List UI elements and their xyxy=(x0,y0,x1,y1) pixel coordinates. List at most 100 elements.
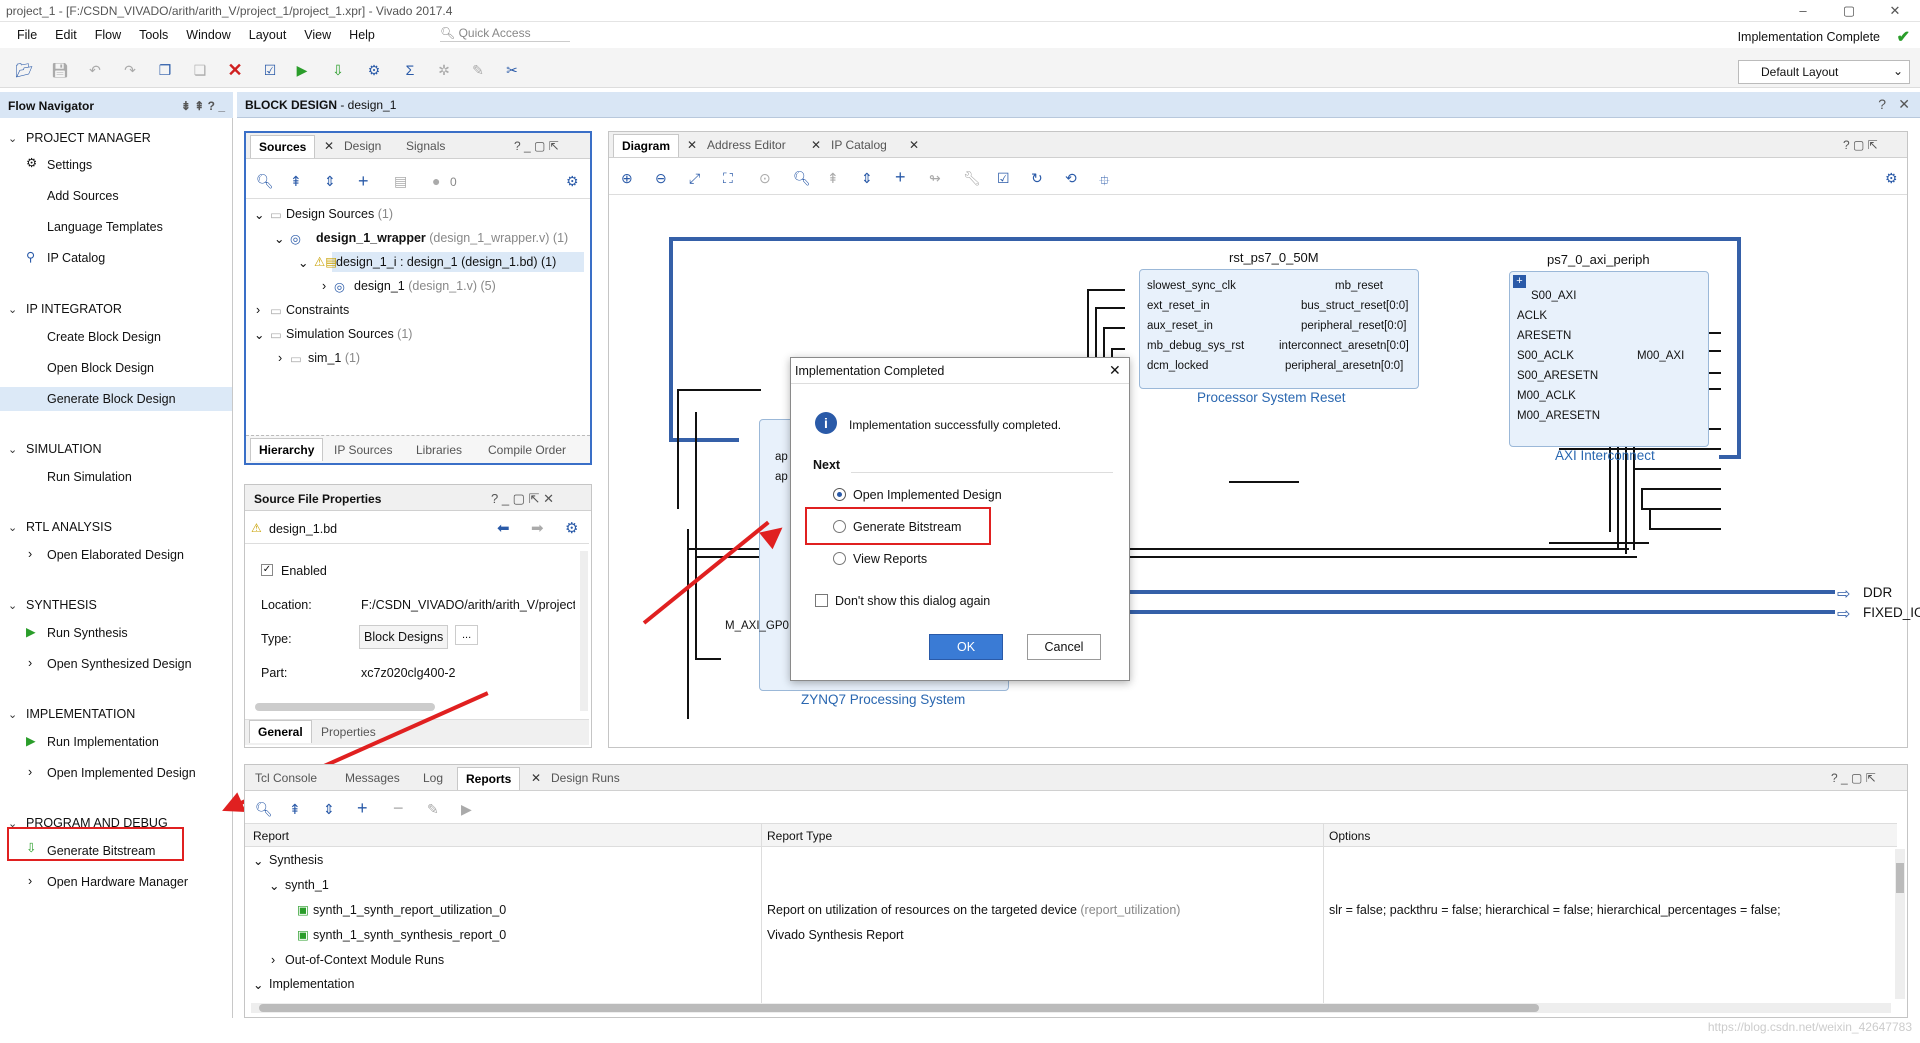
save-icon[interactable]: 💾︎ xyxy=(50,60,70,80)
section-rtl-analysis[interactable]: RTL ANALYSIS xyxy=(26,520,112,534)
nav-generate-block-design[interactable]: Generate Block Design xyxy=(47,392,176,406)
nav-open-synthesized-design[interactable]: Open Synthesized Design xyxy=(47,657,192,671)
sigma-icon[interactable]: Σ xyxy=(400,60,420,80)
expand-all-icon[interactable]: ⇕ xyxy=(323,801,335,818)
chip-icon[interactable]: ⯐ xyxy=(1099,170,1110,194)
type-browse-button[interactable]: ... xyxy=(455,625,479,645)
maximize-button[interactable]: ▢ xyxy=(1826,0,1872,22)
option-view-reports-radio[interactable] xyxy=(833,552,846,565)
chevron-down-icon[interactable]: ⌄ xyxy=(8,708,17,721)
nav-open-elaborated-design[interactable]: Open Elaborated Design xyxy=(47,548,184,562)
menu-help[interactable]: Help xyxy=(340,25,384,45)
collapse-all-icon[interactable]: ⇞ xyxy=(289,801,301,818)
vertical-scrollbar[interactable] xyxy=(580,551,588,711)
connect-icon[interactable]: ↬ xyxy=(929,170,941,187)
tools-icon[interactable]: ✂ xyxy=(502,60,522,80)
chevron-down-icon[interactable]: ⌄ xyxy=(8,303,17,316)
tab-ip-sources[interactable]: IP Sources xyxy=(328,441,398,459)
tab-messages[interactable]: Messages xyxy=(339,769,406,787)
option-view-reports-label[interactable]: View Reports xyxy=(853,552,927,566)
tab-sources[interactable]: Sources xyxy=(250,135,316,158)
tab-design-runs[interactable]: Design Runs xyxy=(545,769,626,787)
tab-properties[interactable]: Properties xyxy=(315,723,382,741)
output-ddr[interactable]: DDR xyxy=(1863,585,1892,600)
open-project-icon[interactable]: 📂︎ xyxy=(14,60,34,80)
menu-window[interactable]: Window xyxy=(177,25,239,45)
chevron-right-icon[interactable]: › xyxy=(278,351,282,365)
expand-icon[interactable]: + xyxy=(1513,275,1526,288)
horizontal-scrollbar[interactable] xyxy=(255,703,435,711)
nav-run-synthesis[interactable]: Run Synthesis xyxy=(47,626,128,640)
close-tab-icon[interactable]: ✕ xyxy=(525,769,547,787)
ok-button[interactable]: OK xyxy=(929,634,1003,660)
chevron-down-icon[interactable]: ⌄ xyxy=(274,231,284,246)
column-header-report[interactable]: Report xyxy=(253,829,289,843)
tree-item[interactable]: sim_1 (1) xyxy=(308,351,360,365)
section-synthesis[interactable]: SYNTHESIS xyxy=(26,598,97,612)
nav-run-implementation[interactable]: Run Implementation xyxy=(47,735,159,749)
expand-all-icon[interactable]: ⇕ xyxy=(861,170,873,187)
tree-item[interactable]: design_1 (design_1.v) (5) xyxy=(354,279,496,293)
menu-view[interactable]: View xyxy=(295,25,340,45)
chevron-down-icon[interactable]: ⌄ xyxy=(8,132,17,145)
chevron-down-icon[interactable]: ⌄ xyxy=(253,977,263,992)
vertical-scrollbar[interactable] xyxy=(1895,849,1905,999)
tree-item[interactable]: design_1_wrapper (design_1_wrapper.v) (1… xyxy=(316,231,568,245)
chevron-right-icon[interactable]: › xyxy=(322,279,326,293)
wrench-icon[interactable]: 🔧︎ xyxy=(963,170,981,187)
tree-item[interactable]: Design Sources (1) xyxy=(286,207,393,221)
close-tab-icon[interactable]: ✕ xyxy=(318,137,340,155)
chevron-right-icon[interactable]: › xyxy=(256,303,260,317)
minimize-button[interactable]: – xyxy=(1780,0,1826,22)
chevron-down-icon[interactable]: ⌄ xyxy=(254,207,264,222)
close-tab-icon[interactable]: ✕ xyxy=(903,136,925,154)
layout-select[interactable]: Default Layout ⌄ xyxy=(1738,60,1910,84)
panel-controls-icon[interactable]: ? _ ▢ ⇱ xyxy=(1825,769,1882,787)
paste-icon[interactable]: ❏ xyxy=(190,60,210,80)
chevron-down-icon[interactable]: ⌄ xyxy=(269,878,279,893)
panel-controls-icon[interactable]: ? _ ▢ ⇱ xyxy=(508,137,565,155)
nav-settings[interactable]: Settings xyxy=(47,158,92,172)
settings-icon[interactable]: ⚙ xyxy=(364,60,384,80)
add-icon[interactable]: + xyxy=(358,171,369,192)
chevron-right-icon[interactable]: › xyxy=(271,953,275,967)
nav-open-block-design[interactable]: Open Block Design xyxy=(47,361,154,375)
tree-item[interactable]: Constraints xyxy=(286,303,349,317)
close-tab-icon[interactable]: ✕ xyxy=(805,136,827,154)
tab-signals[interactable]: Signals xyxy=(400,137,451,155)
menu-tools[interactable]: Tools xyxy=(130,25,177,45)
bitstream-icon[interactable]: ⇩ xyxy=(328,60,348,80)
tab-compile-order[interactable]: Compile Order xyxy=(482,441,572,459)
tab-libraries[interactable]: Libraries xyxy=(410,441,468,459)
output-fixed-io[interactable]: FIXED_IO xyxy=(1863,605,1920,620)
zoom-out-icon[interactable]: ⊖ xyxy=(655,170,667,187)
zoom-fit-icon[interactable]: ⤢ xyxy=(689,170,700,187)
column-header-options[interactable]: Options xyxy=(1329,829,1370,843)
tab-design[interactable]: Design xyxy=(338,137,387,155)
expand-all-icon[interactable]: ⇕ xyxy=(324,173,336,190)
section-project-manager[interactable]: PROJECT MANAGER xyxy=(26,131,151,145)
nav-language-templates[interactable]: Language Templates xyxy=(47,220,163,234)
chevron-down-icon[interactable]: ⌄ xyxy=(8,599,17,612)
tab-log[interactable]: Log xyxy=(417,769,449,787)
target-icon[interactable]: ⊙ xyxy=(759,170,771,187)
back-icon[interactable]: ⬅ xyxy=(497,519,510,537)
refresh-icon[interactable]: ↻ xyxy=(1031,170,1043,187)
debug-icon[interactable]: ✲ xyxy=(434,60,454,80)
menu-file[interactable]: File xyxy=(8,25,46,45)
chevron-down-icon[interactable]: ⌄ xyxy=(298,255,308,270)
chevron-right-icon[interactable]: › xyxy=(28,656,32,670)
menu-flow[interactable]: Flow xyxy=(86,25,130,45)
chevron-down-icon[interactable]: ⌄ xyxy=(254,327,264,342)
nav-ip-catalog[interactable]: IP Catalog xyxy=(47,251,105,265)
remove-icon[interactable]: − xyxy=(393,798,404,819)
close-icon[interactable]: ✕ xyxy=(1898,96,1910,113)
tab-tcl-console[interactable]: Tcl Console xyxy=(249,769,323,787)
tab-hierarchy[interactable]: Hierarchy xyxy=(250,438,324,461)
zoom-area-icon[interactable]: ⛶ xyxy=(723,170,733,187)
chevron-right-icon[interactable]: › xyxy=(28,765,32,779)
add-ip-icon[interactable]: + xyxy=(895,167,906,188)
dialog-close-button[interactable]: ✕ xyxy=(1109,362,1121,379)
menu-edit[interactable]: Edit xyxy=(46,25,86,45)
nav-add-sources[interactable]: Add Sources xyxy=(47,189,119,203)
